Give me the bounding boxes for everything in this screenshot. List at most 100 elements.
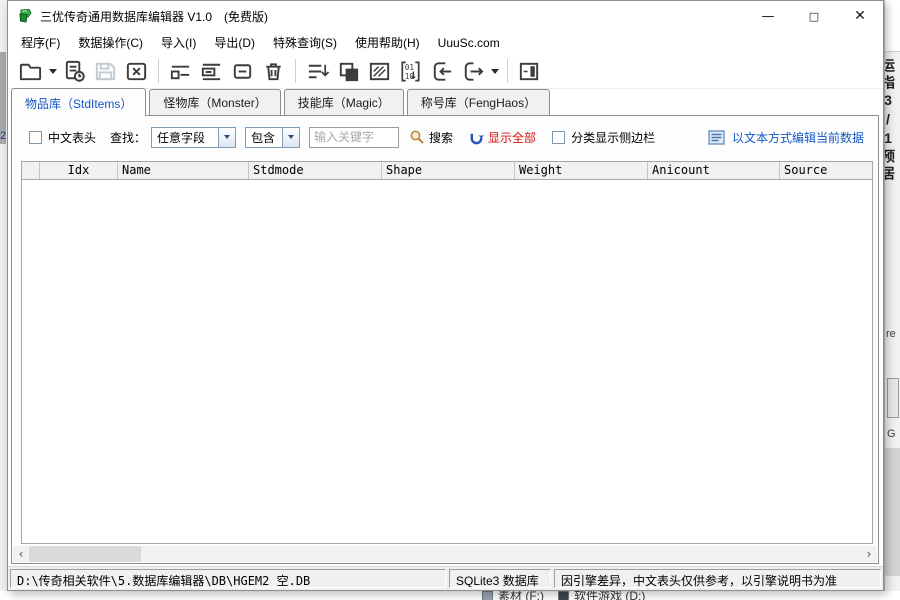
insert-record-icon xyxy=(199,59,224,84)
open-file-button[interactable] xyxy=(15,57,46,86)
save-button[interactable] xyxy=(90,57,121,86)
chevron-down-icon xyxy=(288,135,294,139)
close-file-icon xyxy=(124,59,149,84)
delete-record-button[interactable] xyxy=(227,57,258,86)
background-window-bottom-sliver: 素材 (F:) 软件游戏 (D:) xyxy=(0,591,900,600)
menu-import[interactable]: 导入(I) xyxy=(152,31,205,54)
edit-as-text-button[interactable]: 以文本方式编辑当前数据 xyxy=(708,129,864,146)
toolbar-separator xyxy=(295,59,296,83)
maximize-button[interactable]: □ xyxy=(791,1,837,31)
background-drive-item: 素材 (F:) xyxy=(482,591,544,600)
svg-text:01: 01 xyxy=(405,63,415,72)
search-icon xyxy=(409,129,425,145)
toolbar-separator xyxy=(158,59,159,83)
menu-website[interactable]: UuuSc.com xyxy=(429,33,509,53)
status-db-type: SQLite3 数据库 xyxy=(449,569,551,588)
chinese-header-label: 中文表头 xyxy=(48,129,96,146)
minimize-button[interactable]: — xyxy=(745,1,791,31)
drive-icon xyxy=(558,591,569,600)
match-select[interactable]: 包含 xyxy=(245,127,300,148)
file-history-icon xyxy=(62,59,87,84)
image-hatch-icon xyxy=(367,59,392,84)
app-icon-green-gem xyxy=(17,8,33,24)
keyword-input[interactable] xyxy=(309,127,399,148)
scrollbar-thumb[interactable] xyxy=(29,546,141,562)
status-bar: D:\传奇相关软件\5.数据库编辑器\DB\HGEM2_空.DB SQLite3… xyxy=(8,566,883,590)
tab-stditems[interactable]: 物品库（StdItems） xyxy=(11,88,146,116)
menu-help[interactable]: 使用帮助(H) xyxy=(346,31,429,54)
column-header-weight[interactable]: Weight xyxy=(515,162,648,179)
export-dropdown[interactable] xyxy=(488,57,501,86)
column-header-stdmode[interactable]: Stdmode xyxy=(249,162,382,179)
horizontal-scrollbar[interactable]: ‹ › xyxy=(13,546,877,562)
import-arrow-icon xyxy=(429,59,454,84)
field-select-value: 任意字段 xyxy=(157,129,205,146)
chinese-header-checkbox[interactable] xyxy=(29,131,42,144)
open-folder-icon xyxy=(18,59,43,84)
dropdown-button[interactable] xyxy=(282,128,299,147)
column-header-anicount[interactable]: Anicount xyxy=(648,162,780,179)
show-all-button[interactable]: 显示全部 xyxy=(469,129,536,146)
menu-data-ops[interactable]: 数据操作(C) xyxy=(69,31,152,54)
tab-page-stditems: 中文表头 查找： 任意字段 包含 搜索 显示全部 分类显示侧边栏 xyxy=(11,115,879,564)
tab-fenghaos[interactable]: 称号库（FengHaos） xyxy=(407,89,550,115)
add-record-icon xyxy=(168,59,193,84)
field-select[interactable]: 任意字段 xyxy=(151,127,236,148)
drive-icon xyxy=(482,591,493,600)
grid-body-empty[interactable] xyxy=(22,180,872,544)
background-drive-item: 软件游戏 (D:) xyxy=(558,591,645,600)
scroll-left-arrow-icon[interactable]: ‹ xyxy=(13,546,29,562)
data-grid: Idx Name Stdmode Shape Weight Anicount S… xyxy=(21,161,873,544)
delete-all-button[interactable] xyxy=(258,57,289,86)
dropdown-button[interactable] xyxy=(218,128,235,147)
delete-record-icon xyxy=(230,59,255,84)
column-header-idx[interactable]: Idx xyxy=(40,162,118,179)
copy-record-button[interactable] xyxy=(333,57,364,86)
exit-button[interactable] xyxy=(514,57,545,86)
background-corner xyxy=(885,0,900,52)
column-header-name[interactable]: Name xyxy=(118,162,249,179)
sidebar-checkbox[interactable] xyxy=(552,131,565,144)
toolbar: 0110 xyxy=(8,54,883,89)
trash-icon xyxy=(261,59,286,84)
refresh-icon xyxy=(469,130,484,145)
file-history-button[interactable] xyxy=(59,57,90,86)
chevron-down-icon xyxy=(491,69,499,74)
save-floppy-icon xyxy=(93,59,118,84)
background-text-fragment: 2 xyxy=(0,130,6,142)
background-window-left-sliver: 2 xyxy=(0,0,7,600)
background-vertical-text: 运指3/1预居 xyxy=(884,58,898,183)
menu-program[interactable]: 程序(F) xyxy=(12,31,69,54)
open-file-dropdown[interactable] xyxy=(46,57,59,86)
search-button[interactable]: 搜索 xyxy=(409,129,453,146)
chevron-down-icon xyxy=(224,135,230,139)
background-block xyxy=(885,448,900,576)
grid-header-row: Idx Name Stdmode Shape Weight Anicount S… xyxy=(22,162,872,180)
close-file-button[interactable] xyxy=(121,57,152,86)
menu-export[interactable]: 导出(D) xyxy=(205,31,264,54)
tab-magic[interactable]: 技能库（Magic） xyxy=(284,89,404,115)
status-note: 因引擎差异，中文表头仅供参考，以引擎说明书为准 xyxy=(554,569,881,588)
column-header-shape[interactable]: Shape xyxy=(382,162,515,179)
filter-bar: 中文表头 查找： 任意字段 包含 搜索 显示全部 分类显示侧边栏 xyxy=(12,116,878,158)
close-button[interactable]: ✕ xyxy=(837,1,883,31)
toolbar-separator xyxy=(507,59,508,83)
sidebar-label: 分类显示侧边栏 xyxy=(571,129,655,146)
image-view-button[interactable] xyxy=(364,57,395,86)
menu-bar: 程序(F) 数据操作(C) 导入(I) 导出(D) 特殊查询(S) 使用帮助(H… xyxy=(8,31,883,54)
export-button[interactable] xyxy=(457,57,488,86)
tab-monster[interactable]: 怪物库（Monster） xyxy=(149,89,280,115)
menu-special-query[interactable]: 特殊查询(S) xyxy=(264,31,346,54)
scroll-right-arrow-icon[interactable]: › xyxy=(861,546,877,562)
numeric-sort-button[interactable]: 0110 xyxy=(395,57,426,86)
insert-record-button[interactable] xyxy=(196,57,227,86)
column-header-source[interactable]: Source xyxy=(780,162,872,179)
goto-record-icon xyxy=(305,59,330,84)
add-record-button[interactable] xyxy=(165,57,196,86)
find-label: 查找： xyxy=(110,129,146,146)
import-button[interactable] xyxy=(426,57,457,86)
column-header-selector[interactable] xyxy=(22,162,40,179)
goto-record-button[interactable] xyxy=(302,57,333,86)
copy-icon xyxy=(336,59,361,84)
numeric-sort-icon: 0110 xyxy=(398,59,423,84)
